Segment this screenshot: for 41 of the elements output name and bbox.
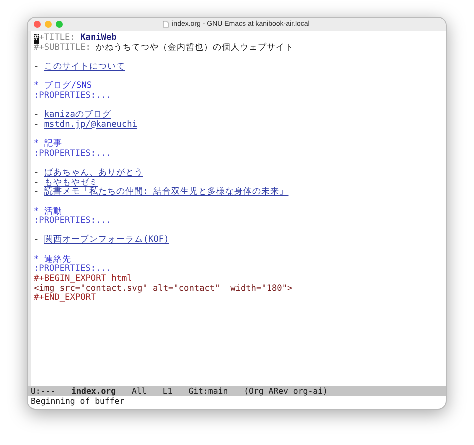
link[interactable]: mstdn.jp/@kaneuchi bbox=[44, 120, 138, 130]
heading-text: * 活動 bbox=[34, 208, 62, 217]
echo-message: Beginning of buffer bbox=[30, 396, 126, 406]
link[interactable]: 読書メモ「私たちの仲間: 結合双生児と多様な身体の未来」 bbox=[44, 188, 289, 198]
vc-branch: Git:main bbox=[188, 386, 228, 396]
list-bullet: - bbox=[34, 111, 40, 121]
list-bullet: - bbox=[34, 168, 40, 179]
properties-drawer[interactable]: :PROPERTIES:... bbox=[34, 150, 112, 160]
list-bullet: - bbox=[34, 188, 40, 198]
link[interactable]: ばあちゃん、ありがとう bbox=[44, 168, 144, 179]
line-number: L1 bbox=[162, 386, 173, 396]
keyword-text: #+SUBTITLE: bbox=[34, 44, 91, 54]
minimize-button[interactable] bbox=[45, 21, 52, 28]
title-text: KaniWeb bbox=[80, 34, 117, 44]
link[interactable]: このサイトについて bbox=[44, 62, 126, 73]
link[interactable]: kanizaのブログ bbox=[44, 111, 112, 121]
subtitle-text: かねうちてつや（金内哲也）の個人ウェブサイト bbox=[96, 44, 294, 54]
list-bullet: - bbox=[34, 62, 40, 73]
properties-drawer[interactable]: :PROPERTIES:... bbox=[34, 92, 112, 102]
document-icon bbox=[163, 21, 170, 28]
export-keyword: #+BEGIN_EXPORT html bbox=[34, 275, 132, 284]
text-cursor: # bbox=[34, 34, 40, 44]
link[interactable]: 関西オープンフォーラム(KOF) bbox=[44, 236, 170, 246]
buffer-status: U:--- bbox=[31, 386, 56, 396]
keyword-text: +TITLE: bbox=[39, 34, 76, 44]
heading-text: * ブログ/SNS bbox=[34, 82, 92, 92]
properties-drawer[interactable]: :PROPERTIES:... bbox=[34, 265, 112, 276]
close-button[interactable] bbox=[34, 21, 41, 28]
html-code: <img src="contact.svg" alt="contact" width="180"> bbox=[34, 284, 293, 294]
properties-drawer[interactable]: :PROPERTIES:... bbox=[34, 217, 112, 227]
zoom-button[interactable] bbox=[56, 21, 63, 28]
major-modes: (Org ARev org-ai) bbox=[244, 386, 328, 396]
list-bullet: - bbox=[34, 236, 40, 246]
list-bullet: - bbox=[34, 120, 40, 130]
buffer-name: index.org bbox=[72, 386, 116, 396]
heading-text: * 記事 bbox=[34, 140, 62, 150]
export-keyword: #+END_EXPORT bbox=[34, 294, 96, 304]
list-bullet: - bbox=[34, 178, 40, 188]
link[interactable]: もやもやゼミ bbox=[44, 178, 98, 188]
scroll-position: All bbox=[132, 386, 147, 396]
heading-text: * 連絡先 bbox=[34, 256, 72, 265]
